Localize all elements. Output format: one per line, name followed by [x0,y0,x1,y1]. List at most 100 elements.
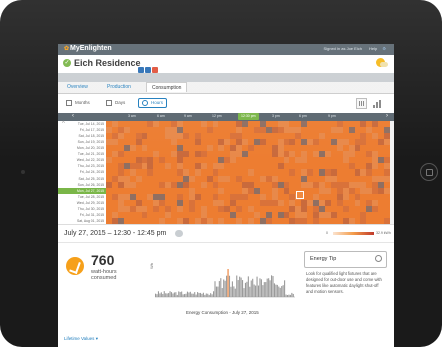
refresh-icon[interactable] [375,255,382,262]
gear-icon[interactable]: ⚙ [382,46,386,51]
tab-production[interactable]: Production [107,84,131,90]
chart-bar [205,293,207,297]
chart-bar [242,280,244,297]
chart-bar [178,291,180,297]
chart-bar [236,275,238,297]
chart-bar [271,275,273,297]
chart-bar [211,294,213,297]
chart-bar [244,282,246,297]
next-arrow-icon[interactable]: › [386,113,388,119]
chart-bar [282,285,284,297]
divider [58,242,394,243]
days-button[interactable]: Days [106,100,125,106]
cloud-icon [175,230,183,237]
selected-heatmap-cell[interactable] [296,191,304,200]
chart-bar [285,294,287,297]
chart-bar [157,291,159,297]
chart-bar [202,292,204,297]
chart-bar [223,279,225,297]
energy-tip-title: Energy Tip [310,256,337,262]
chart-bar [227,269,229,297]
home-button[interactable] [420,163,438,181]
chart-bar [213,291,215,297]
hour-label: 3 pm [272,114,280,118]
bar-view-icon[interactable] [372,98,383,109]
site-name: Eich Residence [74,58,141,68]
chart-bar [155,293,157,297]
consumption-value: 760 [91,252,115,268]
tab-overview[interactable]: Overview [67,84,88,90]
chart-bar [163,291,165,297]
chart-bar [291,292,293,297]
grid-view-icon[interactable] [356,98,367,109]
chart-bar [288,294,290,297]
status-check-icon: ✓ [63,59,71,67]
chart-bar [218,281,220,297]
selected-hour-label[interactable]: 12:30 pm [238,113,259,120]
chart-bar [260,279,262,297]
chart-bar [253,284,255,297]
chart-bar [215,286,217,297]
months-button[interactable]: Months [66,100,90,106]
chart-bar [230,286,232,297]
calendar-icon [106,100,112,106]
chevron-down-icon: ▾ [95,336,98,341]
chart-bar [240,277,242,297]
chart-bar [262,285,264,297]
energy-tip-text: Look for qualified light fixtures that a… [306,271,382,294]
chart-bar [195,294,197,297]
chart-bar [243,288,245,297]
chart-bar [194,292,196,297]
camera-icon [21,170,25,174]
chart-bar [259,278,261,297]
signed-in-text: Signed in as Joe Eich [323,46,362,51]
chart-bar [278,286,280,297]
chart-bar [170,292,173,297]
help-link[interactable]: Help [369,46,377,51]
view-toolbar: Months Days Hours [58,94,394,113]
chart-bar [231,281,233,297]
app-screen: ✿MyEnlighten Signed in as Joe Eich Help … [58,44,394,347]
calendar-icon [66,100,72,106]
hours-label: Hours [151,100,164,106]
legend-color-scale [333,232,374,235]
chart-bar [286,294,289,297]
chart-bar [250,280,252,297]
hour-axis-bar: ‹ 3 am 6 am 9 am 12 pm 12:30 pm 3 pm 6 p… [58,113,394,121]
chart-bar [266,278,268,297]
hours-button[interactable]: Hours [138,98,168,108]
chart-bar [201,293,203,297]
chart-bar [220,278,222,297]
chart-bar [263,282,265,297]
chart-bar [160,292,162,297]
date-list: ^ Tue, Jul 14, 2015 Fri, Jul 17, 2015 Sat,… [58,121,106,224]
chart-bar [228,275,231,297]
weather-icon [376,58,388,68]
consumption-unit: watt-hours consumed [91,269,117,281]
chart-bar [221,288,223,297]
logo[interactable]: ✿MyEnlighten [64,45,112,52]
chart-bar [268,278,270,297]
prev-arrow-icon[interactable]: ‹ [72,113,74,119]
chart-bar [252,278,254,297]
consumption-heatmap[interactable] [106,121,390,224]
tab-bar: Overview Production Consumption [58,82,394,94]
chart-bar [224,280,226,297]
chart-bar [166,293,168,297]
chart-bar [197,292,199,297]
chart-bar [210,293,212,297]
chart-bar [272,276,274,297]
tab-consumption[interactable]: Consumption [146,82,188,92]
chart-bar [179,292,181,297]
chart-bar [237,280,239,297]
chart-bar [217,286,219,297]
chart-bar [214,281,216,297]
chart-bar [184,294,186,297]
chart-bar [257,285,260,297]
lifetime-values-link[interactable]: Lifetime Values ▾ [64,336,98,342]
chart-caption: Energy Consumption - July 27, 2015 [186,310,259,315]
legend-min: 0 [326,231,328,235]
chart-bar [176,294,178,297]
chart-bar [168,293,170,297]
chart-bar [159,293,161,297]
